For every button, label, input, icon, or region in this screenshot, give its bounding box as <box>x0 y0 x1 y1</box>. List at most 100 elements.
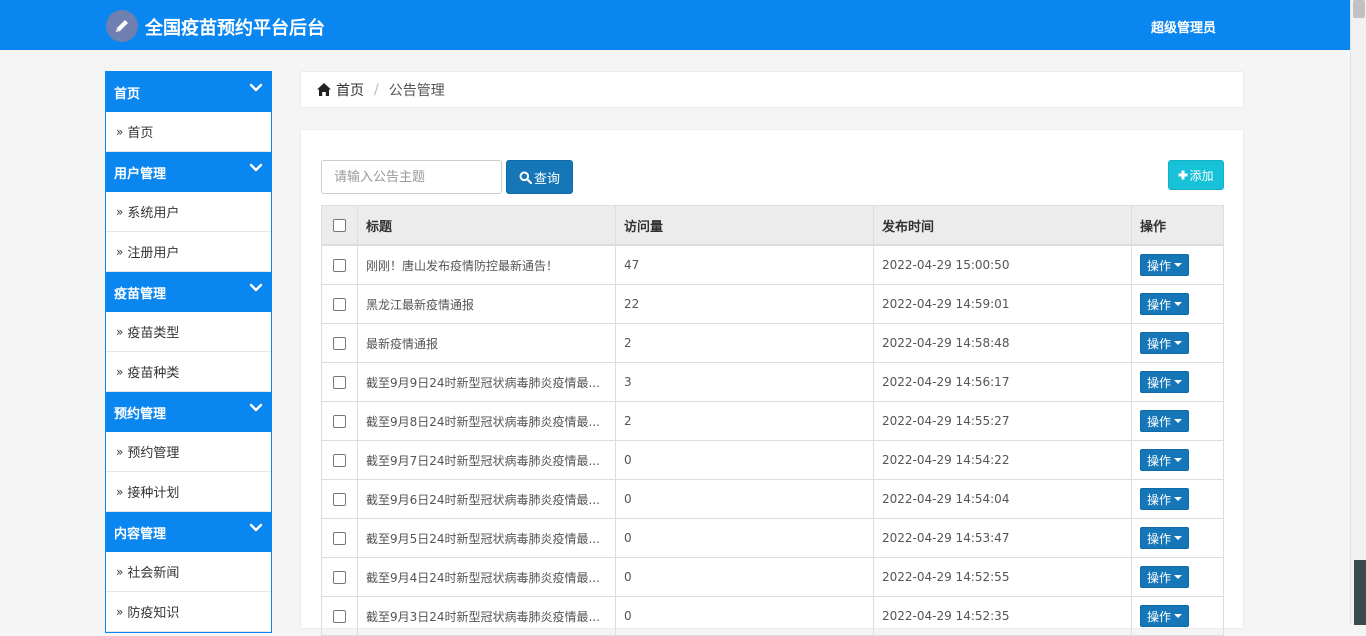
add-button-label: 添加 <box>1189 168 1214 183</box>
caret-down-icon <box>1174 302 1183 306</box>
cell-time: 2022-04-29 14:52:35 <box>873 596 1132 636</box>
row-checkbox-cell <box>321 557 358 597</box>
row-action-dropdown-button[interactable]: 操作 <box>1140 371 1190 393</box>
cell-title: 刚刚！唐山发布疫情防控最新通告！ <box>357 244 616 285</box>
row-checkbox[interactable] <box>333 571 346 584</box>
row-action-label: 操作 <box>1147 414 1172 429</box>
row-action-dropdown-button[interactable]: 操作 <box>1140 488 1190 510</box>
row-checkbox[interactable] <box>333 337 346 350</box>
sidebar-menu-item[interactable]: » 疫苗种类 <box>106 352 271 392</box>
sidebar-menu-item[interactable]: » 预约管理 <box>106 432 271 472</box>
cell-actions: 操作 <box>1131 244 1224 285</box>
cell-actions: 操作 <box>1131 557 1224 597</box>
sidebar-group-title: 疫苗管理 <box>114 286 167 302</box>
sidebar-group-header[interactable]: 疫苗管理 <box>106 272 271 312</box>
home-icon <box>317 83 331 96</box>
row-checkbox[interactable] <box>333 376 346 389</box>
row-action-dropdown-button[interactable]: 操作 <box>1140 566 1190 588</box>
chevron-down-icon <box>249 163 263 172</box>
sidebar-group-header[interactable]: 预约管理 <box>106 392 271 432</box>
row-action-dropdown-button[interactable]: 操作 <box>1140 254 1190 276</box>
add-button[interactable]: 添加 <box>1168 160 1224 190</box>
cell-views: 3 <box>615 362 874 402</box>
row-checkbox[interactable] <box>333 259 346 272</box>
announcement-table: 标题 访问量 发布时间 操作 刚刚！唐山发布疫情防控最新通告！ 47 2022-04… <box>321 205 1224 636</box>
row-action-label: 操作 <box>1147 453 1172 468</box>
sidebar-group-header[interactable]: 用户管理 <box>106 152 271 192</box>
double-chevron-right-icon: » <box>116 484 124 499</box>
sidebar-menu-item-label: 系统用户 <box>127 206 180 221</box>
select-all-checkbox[interactable] <box>333 218 346 232</box>
cell-title: 截至9月3日24时新型冠状病毒肺炎疫情最... <box>357 596 616 636</box>
row-action-label: 操作 <box>1147 336 1172 351</box>
row-action-dropdown-button[interactable]: 操作 <box>1140 605 1190 627</box>
row-checkbox[interactable] <box>333 610 346 623</box>
cell-title: 截至9月8日24时新型冠状病毒肺炎疫情最... <box>357 401 616 441</box>
column-header-time[interactable]: 发布时间 <box>873 205 1132 246</box>
cell-actions: 操作 <box>1131 596 1224 636</box>
sidebar-menu-item[interactable]: » 防疫知识 <box>106 592 271 632</box>
table-header-row: 标题 访问量 发布时间 操作 <box>321 205 1224 246</box>
search-button[interactable]: 查询 <box>506 160 573 194</box>
column-header-title[interactable]: 标题 <box>357 205 616 246</box>
sidebar-menu-item[interactable]: » 首页 <box>106 112 271 152</box>
row-action-dropdown-button[interactable]: 操作 <box>1140 527 1190 549</box>
chevron-down-icon <box>249 523 263 532</box>
cell-time: 2022-04-29 14:56:17 <box>873 362 1132 402</box>
cell-actions: 操作 <box>1131 284 1224 324</box>
plus-icon <box>1178 170 1188 180</box>
row-checkbox-cell <box>321 440 358 480</box>
content-panel: 查询 添加 标题 访问量 发布时间 操作 刚刚！唐山发布疫情防控最新通告！472… <box>300 129 1244 636</box>
caret-down-icon <box>1174 614 1183 618</box>
row-checkbox[interactable] <box>333 532 346 545</box>
cell-actions: 操作 <box>1131 518 1224 558</box>
sidebar-menu-item[interactable]: » 社会新闻 <box>106 552 271 592</box>
sidebar-menu-item[interactable]: » 注册用户 <box>106 232 271 272</box>
row-checkbox[interactable] <box>333 298 346 311</box>
breadcrumb-home-link[interactable]: 首页 <box>336 80 364 100</box>
sidebar-group-title: 用户管理 <box>114 166 167 182</box>
caret-down-icon <box>1174 341 1183 345</box>
sidebar-group-header[interactable]: 内容管理 <box>106 512 271 552</box>
corner-widget <box>1354 560 1366 625</box>
select-all-cell <box>321 205 358 246</box>
row-action-dropdown-button[interactable]: 操作 <box>1140 293 1190 315</box>
search-button-label: 查询 <box>533 171 560 187</box>
cell-time: 2022-04-29 14:58:48 <box>873 323 1132 363</box>
sidebar-menu-item[interactable]: » 系统用户 <box>106 192 271 232</box>
sidebar-menu-item[interactable]: » 疫苗类型 <box>106 312 271 352</box>
row-checkbox[interactable] <box>333 454 346 467</box>
double-chevron-right-icon: » <box>116 364 124 379</box>
row-checkbox[interactable] <box>333 415 346 428</box>
sidebar-group-title: 预约管理 <box>114 406 167 422</box>
row-action-dropdown-button[interactable]: 操作 <box>1140 449 1190 471</box>
scrollbar-thumb[interactable] <box>1353 0 1365 18</box>
double-chevron-right-icon: » <box>116 444 124 459</box>
table-row: 截至9月3日24时新型冠状病毒肺炎疫情最... 0 2022-04-29 14:52… <box>321 596 1224 636</box>
search-input[interactable] <box>321 160 502 194</box>
table-row: 截至9月7日24时新型冠状病毒肺炎疫情最... 0 2022-04-29 14:54… <box>321 440 1224 480</box>
column-header-actions: 操作 <box>1131 205 1224 246</box>
table-row: 刚刚！唐山发布疫情防控最新通告！ 47 2022-04-29 15:00:50 操作 <box>321 244 1224 285</box>
cell-time: 2022-04-29 14:59:01 <box>873 284 1132 324</box>
cell-time: 2022-04-29 15:00:50 <box>873 244 1132 285</box>
sidebar-menu-item-label: 首页 <box>127 126 154 141</box>
column-header-views[interactable]: 访问量 <box>615 205 874 246</box>
page-scrollbar[interactable] <box>1350 0 1366 625</box>
current-user[interactable]: 超级管理员 <box>1151 17 1216 36</box>
sidebar-menu-item[interactable]: » 接种计划 <box>106 472 271 512</box>
cell-actions: 操作 <box>1131 362 1224 402</box>
cell-time: 2022-04-29 14:55:27 <box>873 401 1132 441</box>
sidebar-group-header[interactable]: 首页 <box>106 72 271 112</box>
table-row: 截至9月4日24时新型冠状病毒肺炎疫情最... 0 2022-04-29 14:52… <box>321 557 1224 597</box>
row-checkbox-cell <box>321 596 358 636</box>
row-checkbox[interactable] <box>333 493 346 506</box>
cell-time: 2022-04-29 14:52:55 <box>873 557 1132 597</box>
table-row: 截至9月5日24时新型冠状病毒肺炎疫情最... 0 2022-04-29 14:53… <box>321 518 1224 558</box>
breadcrumb: 首页 / 公告管理 <box>300 71 1244 108</box>
logo-pencil-icon <box>106 10 138 42</box>
row-checkbox-cell <box>321 323 358 363</box>
row-checkbox-cell <box>321 518 358 558</box>
row-action-dropdown-button[interactable]: 操作 <box>1140 410 1190 432</box>
row-action-dropdown-button[interactable]: 操作 <box>1140 332 1190 354</box>
